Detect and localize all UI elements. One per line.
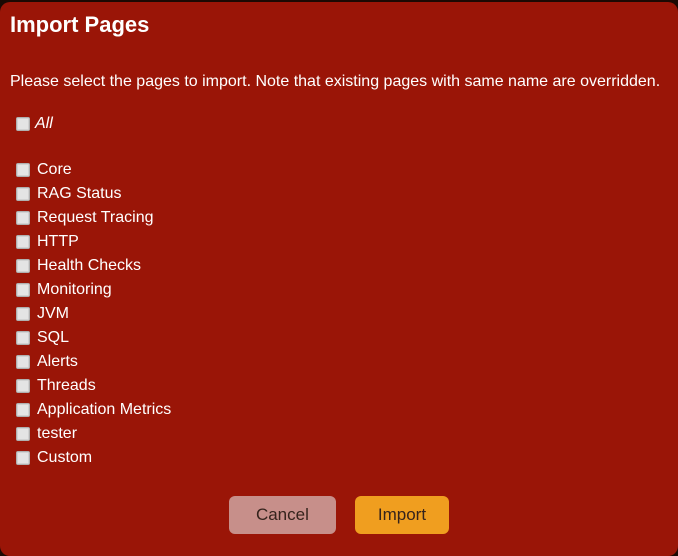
- page-checkbox-row[interactable]: tester: [0, 422, 678, 446]
- page-label: JVM: [37, 305, 69, 323]
- cancel-button[interactable]: Cancel: [229, 496, 336, 534]
- page-checkbox[interactable]: [16, 259, 30, 273]
- page-label: Health Checks: [37, 257, 141, 275]
- page-label: HTTP: [37, 233, 79, 251]
- page-checkbox[interactable]: [16, 211, 30, 225]
- import-pages-dialog: Import Pages Please select the pages to …: [0, 2, 678, 556]
- page-checkbox[interactable]: [16, 451, 30, 465]
- dialog-title: Import Pages: [0, 2, 678, 38]
- page-checkbox[interactable]: [16, 283, 30, 297]
- list-spacer: [0, 136, 678, 158]
- page-label: Request Tracing: [37, 209, 154, 227]
- page-label: Threads: [37, 377, 96, 395]
- page-checkbox[interactable]: [16, 307, 30, 321]
- import-button[interactable]: Import: [355, 496, 449, 534]
- page-checkbox-row[interactable]: Application Metrics: [0, 398, 678, 422]
- page-checkbox-row[interactable]: Custom: [0, 446, 678, 470]
- page-label: Custom: [37, 449, 92, 467]
- page-checkbox-row[interactable]: Monitoring: [0, 278, 678, 302]
- page-label: Alerts: [37, 353, 78, 371]
- page-checkbox-row[interactable]: HTTP: [0, 230, 678, 254]
- page-label: Monitoring: [37, 281, 112, 299]
- page-list: All Core RAG Status Request Tracing HTTP…: [0, 112, 678, 470]
- dialog-description: Please select the pages to import. Note …: [0, 72, 678, 92]
- page-checkbox[interactable]: [16, 379, 30, 393]
- page-label: Core: [37, 161, 72, 179]
- page-checkbox-row[interactable]: Request Tracing: [0, 206, 678, 230]
- page-checkbox[interactable]: [16, 331, 30, 345]
- page-checkbox-row[interactable]: JVM: [0, 302, 678, 326]
- page-label: Application Metrics: [37, 401, 171, 419]
- select-all-label: All: [35, 115, 53, 133]
- page-checkbox[interactable]: [16, 355, 30, 369]
- dialog-button-bar: Cancel Import: [0, 496, 678, 534]
- page-checkbox-row[interactable]: Alerts: [0, 350, 678, 374]
- page-checkbox[interactable]: [16, 187, 30, 201]
- page-checkbox-row[interactable]: Threads: [0, 374, 678, 398]
- page-label: RAG Status: [37, 185, 121, 203]
- page-checkbox[interactable]: [16, 403, 30, 417]
- page-checkbox-row[interactable]: Health Checks: [0, 254, 678, 278]
- select-all-checkbox[interactable]: [16, 117, 30, 131]
- page-checkbox[interactable]: [16, 235, 30, 249]
- page-label: SQL: [37, 329, 69, 347]
- page-label: tester: [37, 425, 77, 443]
- page-checkbox[interactable]: [16, 163, 30, 177]
- page-checkbox-row[interactable]: Core: [0, 158, 678, 182]
- page-checkbox-row[interactable]: SQL: [0, 326, 678, 350]
- page-checkbox-row[interactable]: RAG Status: [0, 182, 678, 206]
- select-all-row[interactable]: All: [0, 112, 678, 136]
- page-checkbox[interactable]: [16, 427, 30, 441]
